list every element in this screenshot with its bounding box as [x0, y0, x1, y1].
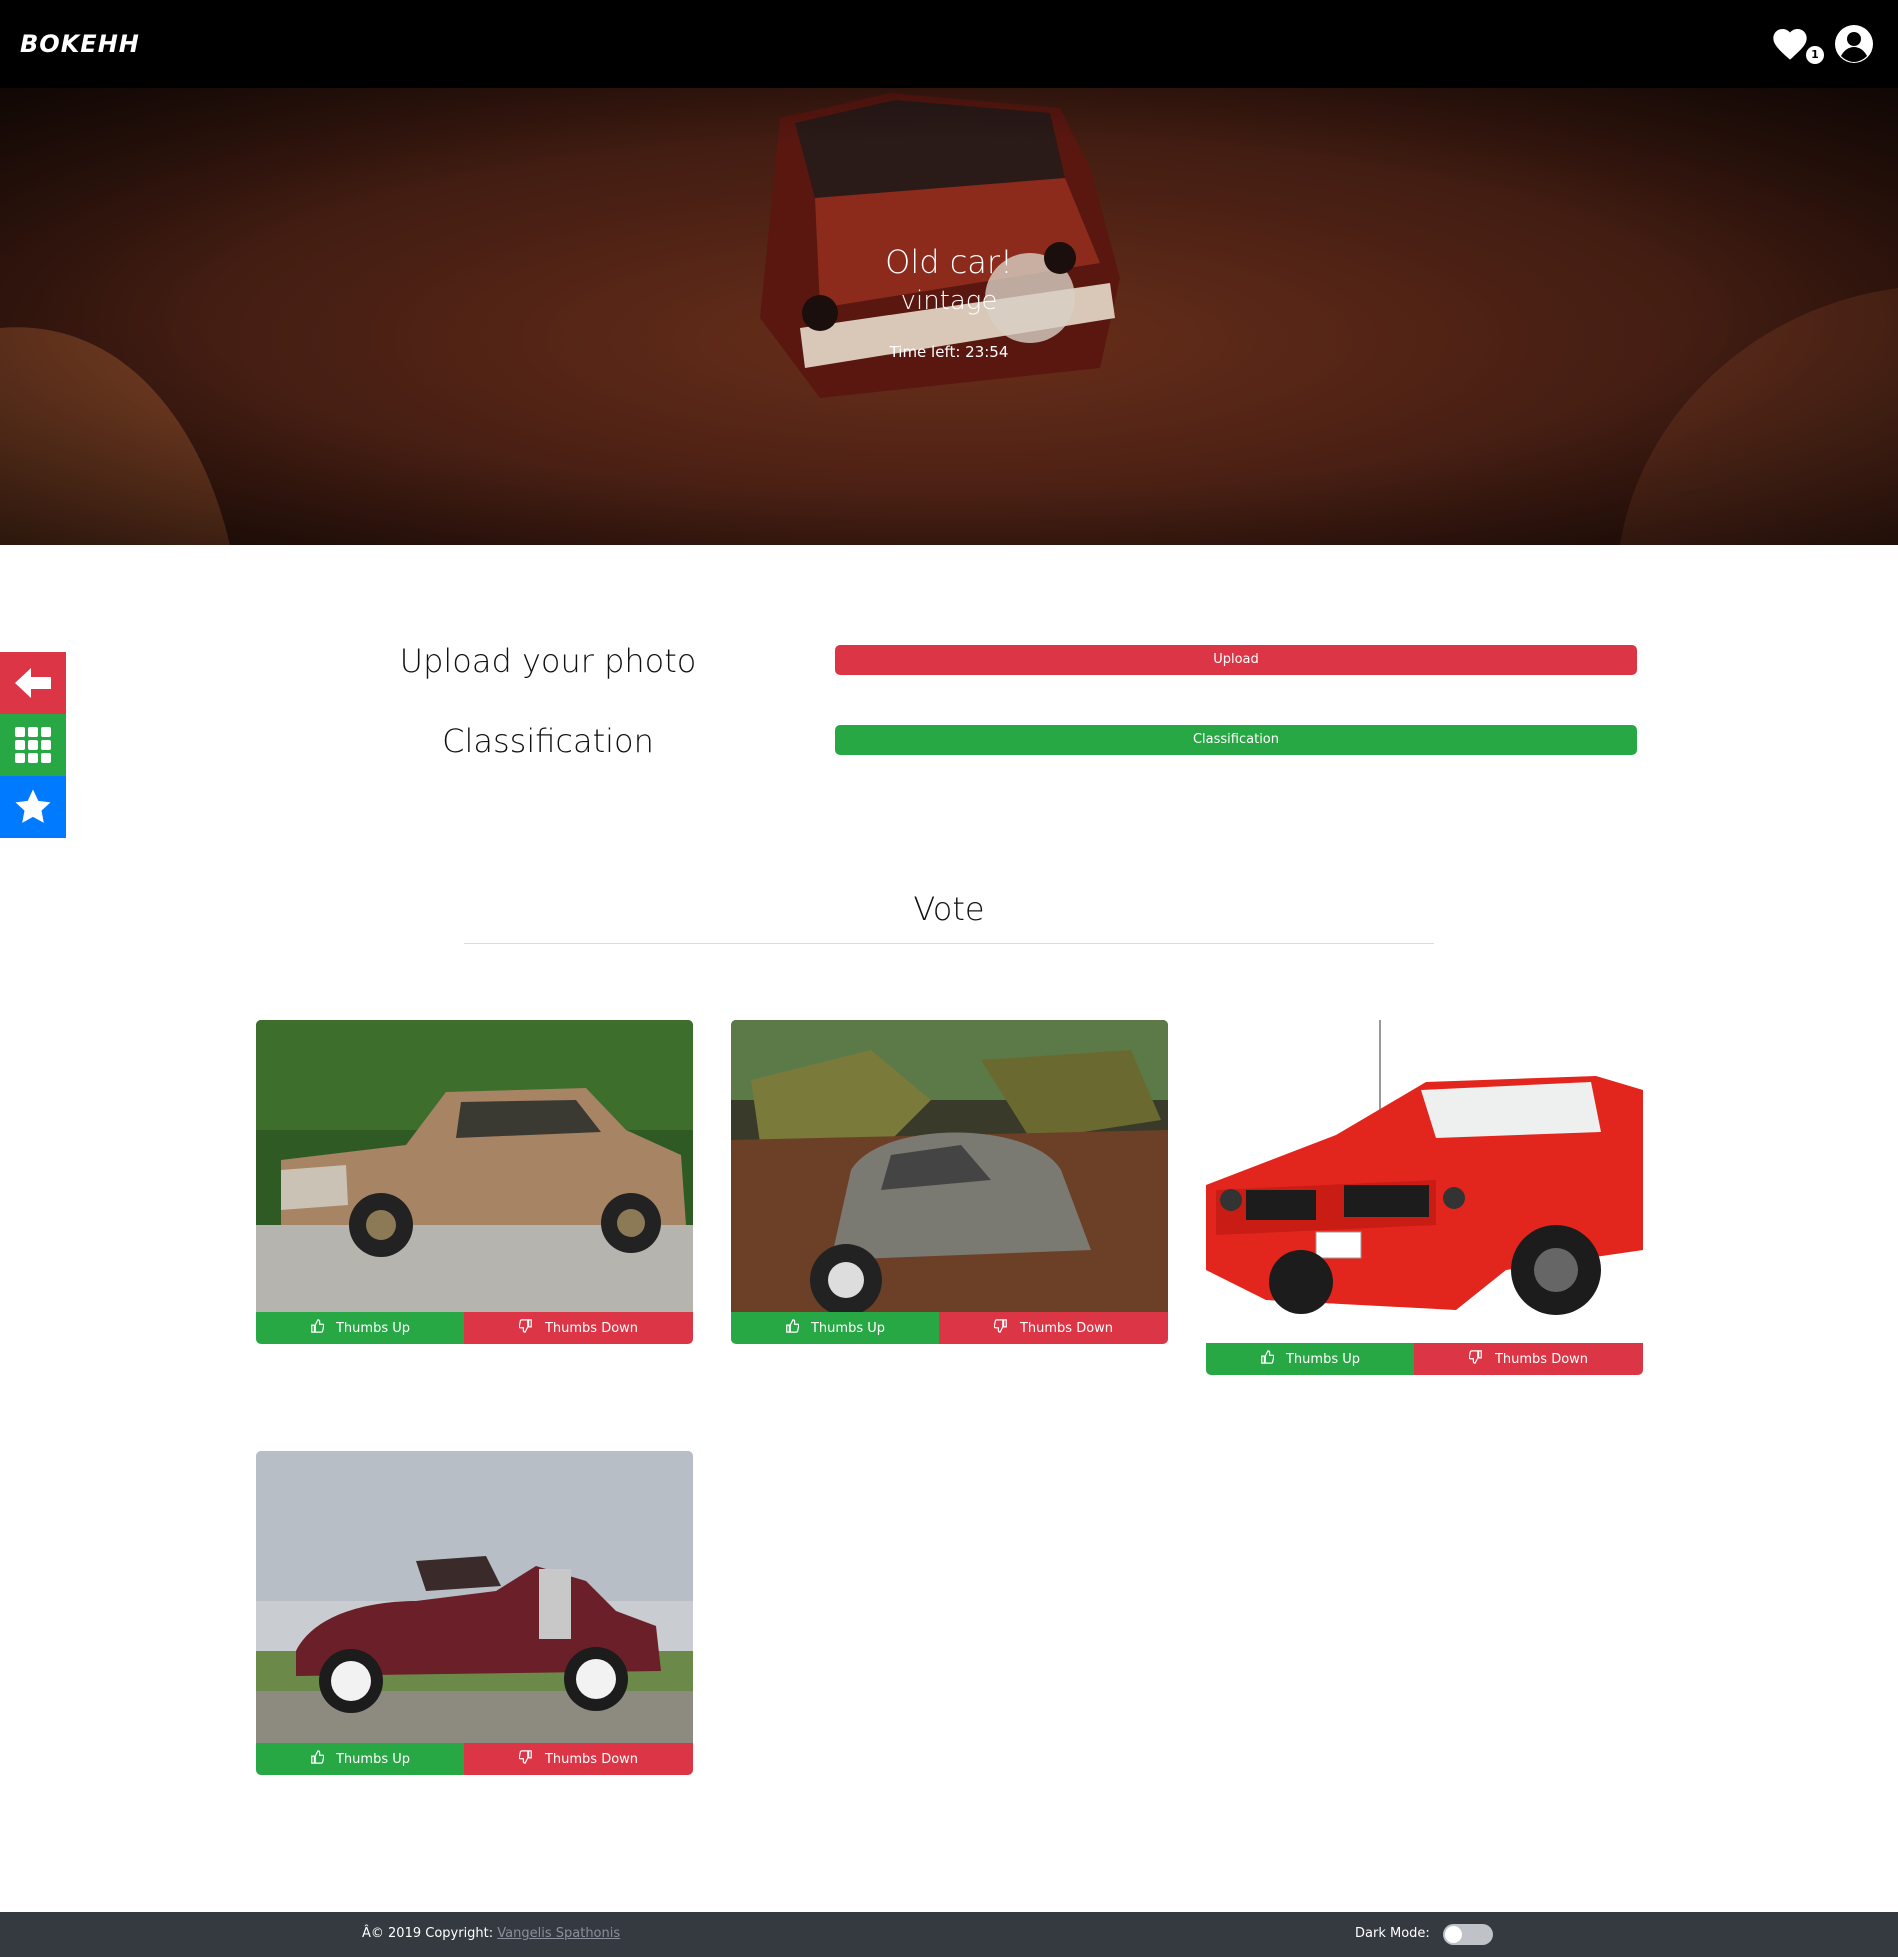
thumbs-up-label: Thumbs Up	[1285, 1351, 1360, 1367]
thumbs-up-button[interactable]: Thumbs Up	[731, 1312, 939, 1344]
thumbs-down-label: Thumbs Down	[1019, 1320, 1114, 1336]
grid-icon	[15, 727, 51, 763]
classification-button[interactable]: Classification	[835, 725, 1637, 755]
footer: Â© 2019 Copyright: Vangelis Spathonis Da…	[0, 1912, 1898, 1957]
author-link[interactable]: Vangelis Spathonis	[497, 1926, 620, 1941]
thumbs-down-icon	[518, 1750, 533, 1768]
vote-heading: Vote	[913, 890, 985, 928]
vote-card: Thumbs Up Thumbs Down	[731, 1020, 1168, 1344]
thumbs-up-label: Thumbs Up	[810, 1320, 885, 1336]
copyright: Â© 2019 Copyright: Vangelis Spathonis	[362, 1926, 620, 1941]
favorites-badge: 1	[1806, 46, 1824, 64]
thumbs-down-icon	[518, 1319, 533, 1337]
upload-button[interactable]: Upload	[835, 645, 1637, 675]
divider	[464, 943, 1434, 944]
grid-view-button[interactable]	[0, 714, 66, 776]
car-photo	[256, 1020, 693, 1312]
thumbs-down-button[interactable]: Thumbs Down	[939, 1312, 1168, 1344]
thumbs-up-icon	[310, 1319, 325, 1337]
car-photo	[1206, 1020, 1643, 1343]
thumbs-up-button[interactable]: Thumbs Up	[256, 1312, 464, 1344]
toggle-knob	[1445, 1926, 1462, 1943]
thumbs-up-button[interactable]: Thumbs Up	[256, 1743, 464, 1775]
hero-image	[0, 88, 1898, 545]
heart-icon[interactable]	[1770, 24, 1810, 64]
thumbs-up-label: Thumbs Up	[335, 1320, 410, 1336]
time-left: Time left: 23:54	[889, 343, 1009, 361]
thumbs-down-button[interactable]: Thumbs Down	[464, 1743, 693, 1775]
hero-banner: Old car! vintage Time left: 23:54	[0, 88, 1898, 545]
thumbs-up-icon	[310, 1750, 325, 1768]
brand-logo[interactable]: BOKEHH	[20, 30, 140, 58]
upload-label: Upload your photo	[399, 642, 697, 680]
vote-card: Thumbs Up Thumbs Down	[256, 1451, 693, 1775]
arrow-left-icon	[15, 668, 51, 698]
thumbs-down-icon	[993, 1319, 1008, 1337]
thumbs-down-label: Thumbs Down	[1494, 1351, 1589, 1367]
thumbs-down-icon	[1468, 1350, 1483, 1368]
copyright-text: Â© 2019 Copyright:	[362, 1926, 498, 1941]
back-button[interactable]	[0, 652, 66, 714]
user-account-icon[interactable]	[1834, 24, 1874, 64]
thumbs-down-label: Thumbs Down	[544, 1751, 639, 1767]
thumbs-up-icon	[785, 1319, 800, 1337]
vote-card: Thumbs Up Thumbs Down	[256, 1020, 693, 1344]
dark-mode-label: Dark Mode:	[1355, 1926, 1430, 1941]
thumbs-up-label: Thumbs Up	[335, 1751, 410, 1767]
car-photo	[731, 1020, 1168, 1312]
star-icon	[15, 789, 51, 823]
favorites-button[interactable]	[0, 776, 66, 838]
classification-label: Classification	[442, 722, 654, 760]
thumbs-down-button[interactable]: Thumbs Down	[1414, 1343, 1643, 1375]
vote-card: Thumbs Up Thumbs Down	[1206, 1020, 1643, 1375]
thumbs-up-button[interactable]: Thumbs Up	[1206, 1343, 1414, 1375]
navbar: BOKEHH 1	[0, 0, 1898, 88]
thumbs-down-button[interactable]: Thumbs Down	[464, 1312, 693, 1344]
hero-title: Old car!	[885, 243, 1013, 281]
dark-mode-toggle[interactable]	[1443, 1924, 1493, 1945]
thumbs-down-label: Thumbs Down	[544, 1320, 639, 1336]
hero-subtitle: vintage	[900, 286, 998, 316]
car-photo	[256, 1451, 693, 1743]
thumbs-up-icon	[1260, 1350, 1275, 1368]
